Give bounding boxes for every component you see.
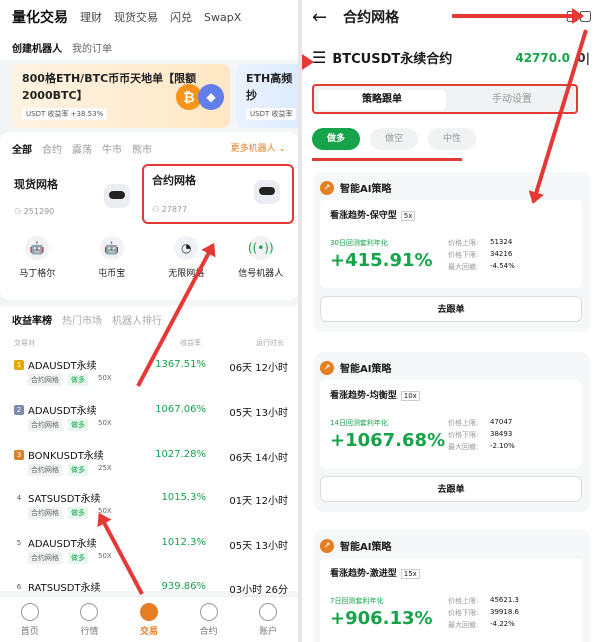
dir-neutral[interactable]: 中性 <box>428 128 476 150</box>
filter-all[interactable]: 全部 <box>12 141 32 156</box>
mode-segment: 策略跟单 手动设置 <box>312 84 578 114</box>
eth-coin-icon: ◆ <box>198 84 224 110</box>
strategy-trend: 看涨趋势-保守型 5x <box>330 208 416 221</box>
table-row[interactable]: 5 ADAUSDT永续 合约网格 做多 50X 1012.3% 05天 13小时 <box>0 532 298 576</box>
follow-button[interactable]: 去跟单 <box>320 296 582 322</box>
banner-subtitle: USDT 收益率 +38.53% <box>22 108 108 120</box>
infinite-grid-icon: ◔ <box>174 236 199 260</box>
tab-bot-rank[interactable]: 机器人排行 <box>112 312 162 327</box>
promo-banner-2[interactable]: ETH高频抄 USDT 收益率 <box>236 64 298 128</box>
account-icon <box>259 602 278 621</box>
more-bots-link[interactable]: 更多机器人 ⌄ <box>231 141 286 154</box>
strategy-body: 看涨趋势-激进型 15x 7日回测套利年化 +906.13% 价格上限: 45621… <box>320 558 582 642</box>
bot-filters: 全部 合约 震荡 牛市 熊市 <box>12 141 152 156</box>
strategy-head: ↗ 智能AI策略 <box>320 538 391 553</box>
filter-contract[interactable]: 合约 <box>42 141 62 156</box>
contract-grid-title: 合约网格 <box>152 174 196 187</box>
robot-icon <box>104 184 130 208</box>
menu-icon[interactable]: ☰ <box>312 48 326 67</box>
bot-signal[interactable]: ((•)) 信号机器人 <box>229 236 293 279</box>
tab-swapx[interactable]: SwapX <box>204 11 241 24</box>
dir-short[interactable]: 做空 <box>370 128 418 150</box>
direction-tabs: 做多 做空 中性 <box>312 128 476 150</box>
spot-grid-count: ⚇ 251290 <box>14 207 55 216</box>
nav-market[interactable]: 行情 <box>80 602 99 637</box>
strategy-head: ↗ 智能AI策略 <box>320 180 391 195</box>
strategy-card: ↗ 智能AI策略 看涨趋势-均衡型 10x 14日回测套利年化 +1067.68% … <box>314 352 590 512</box>
bot-martingale[interactable]: 🤖 马丁格尔 <box>5 236 69 279</box>
tab-copy-strategy[interactable]: 策略跟单 <box>318 90 446 110</box>
robot-icon <box>254 180 280 204</box>
ai-icon: ↗ <box>320 538 334 553</box>
strategy-body: 看涨趋势-均衡型 10x 14日回测套利年化 +1067.68% 价格上限: 470… <box>320 380 582 468</box>
strategy-trend: 看涨趋势-激进型 15x <box>330 566 420 579</box>
tab-manual-setup[interactable]: 手动设置 <box>448 90 576 110</box>
filter-bull[interactable]: 牛市 <box>102 141 122 156</box>
table-row[interactable]: 4 SATSUSDT永续 合约网格 做多 50X 1015.3% 01天 12小… <box>0 487 298 531</box>
filter-range[interactable]: 震荡 <box>72 141 92 156</box>
ai-icon: ↗ <box>320 360 334 375</box>
hodl-icon: 🤖 <box>99 236 124 260</box>
pair-price: 42770.0 <box>515 50 570 65</box>
promo-banner[interactable]: 800格ETH/BTC币币天地单【限额2000BTC】 USDT 收益率 +38… <box>12 64 230 128</box>
martingale-icon: 🤖 <box>25 236 50 260</box>
market-icon <box>80 602 99 621</box>
tab-return-rank[interactable]: 收益率榜 <box>12 312 52 327</box>
nav-trade[interactable]: 交易 <box>139 602 158 637</box>
strategy-return: +906.13% <box>330 608 433 629</box>
contract-icon <box>199 602 218 621</box>
right-screen: ← 合约网格 ▢▢ ☰ BTCUSDT永续合约 42770.0 0| 策略跟单 … <box>302 0 600 642</box>
contract-grid-card[interactable]: 合约网格 ⚇ 27877 <box>142 164 294 224</box>
strategy-card: ↗ 智能AI策略 看涨趋势-激进型 15x 7日回测套利年化 +906.13% 价格… <box>314 530 590 642</box>
table-row[interactable]: 2 ADAUSDT永续 合约网格 做多 50X 1067.06% 05天 13小… <box>0 399 298 443</box>
strategy-body: 看涨趋势-保守型 5x 30日回测套利年化 +415.91% 价格上限: 51324… <box>320 200 582 288</box>
contract-grid-count: ⚇ 27877 <box>152 205 188 214</box>
strategy-return: +415.91% <box>330 250 433 271</box>
tab-create-bot[interactable]: 创建机器人 <box>12 40 62 55</box>
banner2-title: ETH高频抄 <box>246 72 293 102</box>
trade-icon <box>139 602 158 621</box>
leaderboard-header: 交易对 收益率 运行时长 <box>14 339 284 347</box>
tab-spot[interactable]: 现货交易 <box>114 9 158 25</box>
pair-title: BTCUSDT永续合约 <box>332 52 453 67</box>
dir-long[interactable]: 做多 <box>312 128 360 150</box>
top-nav: 量化交易 理财 现货交易 闪兑 SwapX <box>0 0 298 34</box>
strategy-head: ↗ 智能AI策略 <box>320 360 391 375</box>
nav-account[interactable]: 账户 <box>259 602 278 637</box>
nav-home[interactable]: 首页 <box>20 602 39 637</box>
annotation-arrow <box>452 8 584 24</box>
bot-type-row: 🤖 马丁格尔 🤖 屯币宝 ◔ 无限网格 ((•)) 信号机器人 <box>0 236 298 279</box>
strategy-card: ↗ 智能AI策略 看涨趋势-保守型 5x 30日回测套利年化 +415.91% 价格… <box>314 172 590 332</box>
ai-icon: ↗ <box>320 180 334 195</box>
leaderboard-tabs: 收益率榜 热门市场 机器人排行 <box>12 312 162 327</box>
tab-my-orders[interactable]: 我的订单 <box>72 40 112 55</box>
follow-button[interactable]: 去跟单 <box>320 476 582 502</box>
signal-icon: ((•)) <box>248 236 274 260</box>
tab-hot-market[interactable]: 热门市场 <box>62 312 102 327</box>
spot-grid-title: 现货网格 <box>14 178 58 191</box>
pair-row: ☰ BTCUSDT永续合约 42770.0 0| <box>312 48 592 67</box>
left-screen: 量化交易 理财 现货交易 闪兑 SwapX 创建机器人 我的订单 800格ETH… <box>0 0 298 642</box>
strategy-return: +1067.68% <box>330 430 446 451</box>
sub-nav: 创建机器人 我的订单 <box>0 34 298 60</box>
home-icon <box>20 602 39 621</box>
tab-quant[interactable]: 量化交易 <box>12 7 68 27</box>
strategy-trend: 看涨趋势-均衡型 10x <box>330 388 420 401</box>
filter-bear[interactable]: 熊市 <box>132 141 152 156</box>
bot-hodl[interactable]: 🤖 屯币宝 <box>80 236 144 279</box>
header-title: 合约网格 <box>343 10 400 26</box>
spot-grid-card[interactable]: 现货网格 ⚇ 251290 <box>6 170 142 224</box>
banner2-subtitle: USDT 收益率 <box>246 108 297 120</box>
highlight-underline <box>312 158 462 161</box>
table-row[interactable]: 3 BONKUSDT永续 合约网格 做多 25X 1027.28% 06天 14… <box>0 444 298 488</box>
bottom-nav: 首页 行情 交易 合约 账户 <box>0 596 298 642</box>
back-arrow-icon[interactable]: ← <box>312 7 327 28</box>
nav-contract[interactable]: 合约 <box>199 602 218 637</box>
tab-finance[interactable]: 理财 <box>80 9 102 25</box>
tab-swap[interactable]: 闪兑 <box>170 9 192 25</box>
